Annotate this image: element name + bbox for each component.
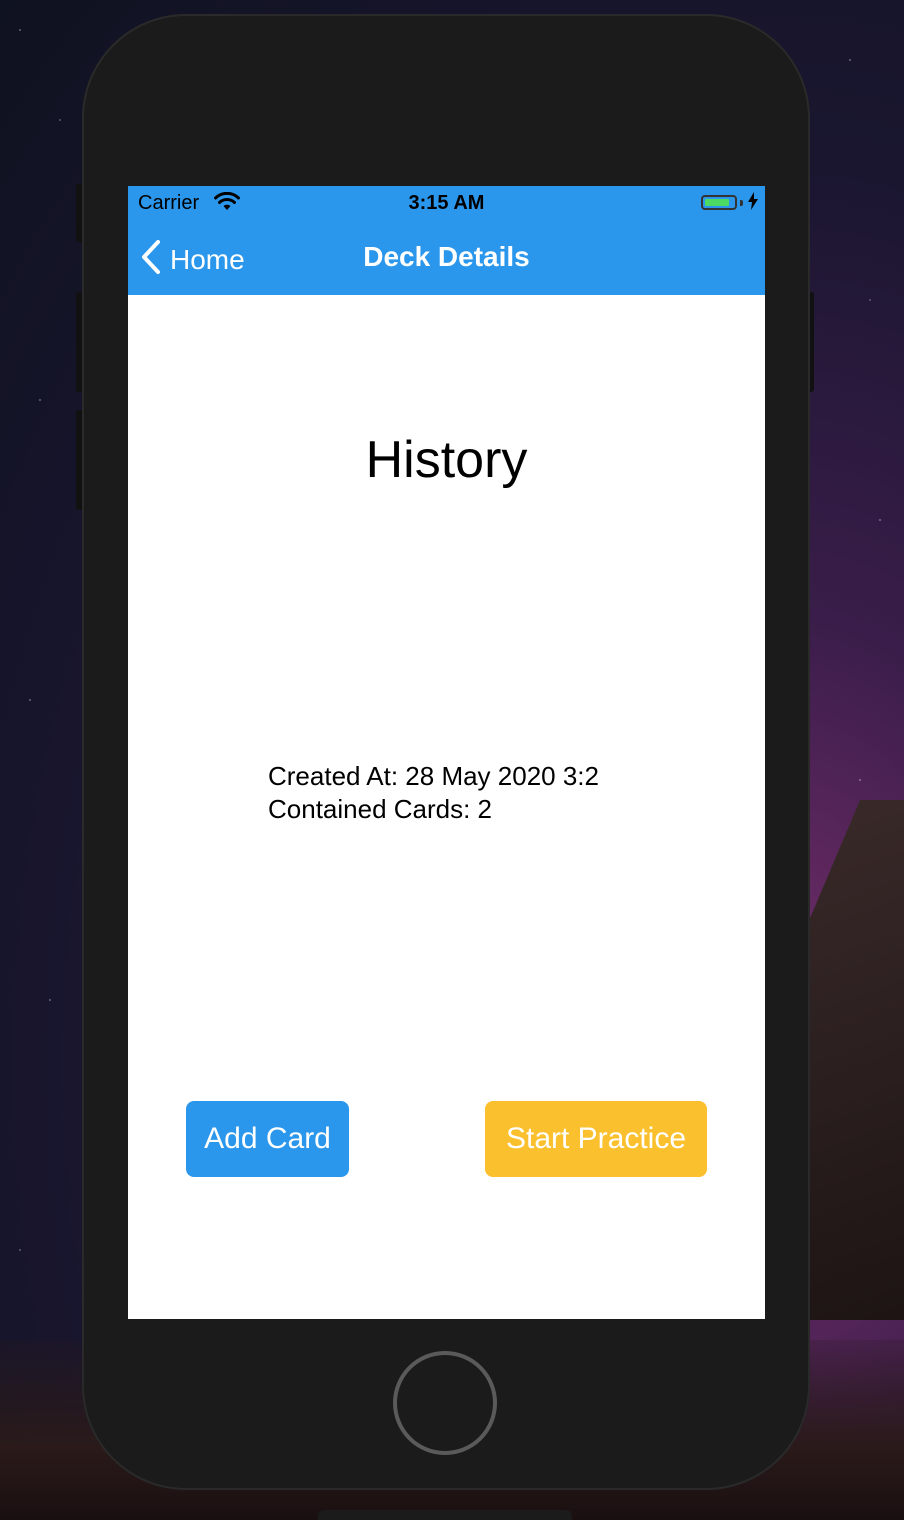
add-card-button[interactable]: Add Card [186, 1101, 349, 1177]
battery-cap [740, 200, 743, 206]
navigation-bar: Home Deck Details [128, 222, 765, 295]
status-bar: Carrier 3:15 AM [128, 186, 765, 222]
battery-level [705, 199, 729, 206]
battery-icon [701, 195, 737, 210]
contained-cards-text: Contained Cards: 2 [268, 794, 493, 824]
charging-bolt-icon [748, 192, 758, 216]
start-practice-button[interactable]: Start Practice [485, 1101, 707, 1177]
header: Carrier 3:15 AM Home Deck Details [128, 186, 765, 295]
dock-connector [318, 1510, 572, 1520]
page-title: Deck Details [363, 241, 530, 272]
deck-title: History [365, 431, 528, 489]
deck-info: Created At: 28 May 2020 3:2 Contained Ca… [268, 760, 599, 826]
status-time: 3:15 AM [408, 192, 485, 214]
app-screen: Carrier 3:15 AM Home Deck Details Histor… [128, 186, 765, 1319]
created-at-text: Created At: 28 May 2020 3:2 [268, 761, 599, 791]
home-button[interactable] [393, 1351, 497, 1455]
